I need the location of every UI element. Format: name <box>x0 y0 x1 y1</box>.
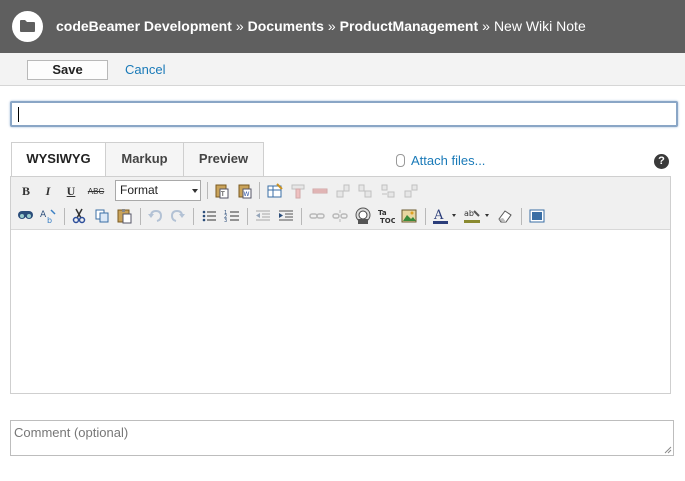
redo-icon[interactable] <box>169 207 187 225</box>
toolbar-separator <box>247 208 248 225</box>
toolbar-separator <box>207 182 208 199</box>
wysiwyg-editor: B I U ABC Format T W A b 1 2 3 Ta TOC A … <box>10 176 671 394</box>
paste-word-icon[interactable]: W <box>236 182 254 200</box>
action-bar: Save Cancel <box>0 53 685 86</box>
eraser-icon[interactable] <box>496 207 514 225</box>
folder-icon[interactable] <box>12 11 43 42</box>
paste-text-icon[interactable]: T <box>213 182 231 200</box>
svg-text:TOC: TOC <box>380 217 395 224</box>
numbered-list-icon[interactable]: 123 <box>223 207 241 225</box>
bold-button[interactable]: B <box>17 182 35 200</box>
replace-icon[interactable]: Ab <box>40 207 58 225</box>
svg-text:A: A <box>433 208 444 223</box>
toolbar-separator <box>425 208 426 225</box>
strikethrough-button[interactable]: ABC <box>85 182 107 200</box>
breadcrumb-project[interactable]: codeBeamer Development <box>56 18 232 34</box>
attach-files-link[interactable]: Attach files... <box>396 153 485 168</box>
table-icon[interactable] <box>266 182 284 200</box>
tab-preview[interactable]: Preview <box>183 142 264 177</box>
title-input[interactable] <box>10 101 678 127</box>
delete-row-icon[interactable] <box>311 182 329 200</box>
table-of-contents-icon[interactable]: Ta TOC <box>377 207 395 225</box>
format-select-value: Format <box>120 183 159 197</box>
toolbar-separator <box>521 208 522 225</box>
editor-toolbar: B I U ABC Format T W A b 1 2 3 Ta TOC A … <box>11 177 670 230</box>
chevron-down-icon <box>192 189 198 193</box>
toolbar-separator <box>259 182 260 199</box>
image-icon[interactable] <box>400 207 418 225</box>
svg-text:T: T <box>220 191 225 198</box>
highlight-color-icon[interactable]: ab <box>463 207 493 225</box>
comment-field[interactable]: Comment (optional) <box>10 420 674 456</box>
split-cell-icon[interactable] <box>379 182 397 200</box>
indent-icon[interactable] <box>277 207 295 225</box>
paperclip-icon <box>396 154 405 167</box>
copy-icon[interactable] <box>93 207 111 225</box>
svg-text:ab: ab <box>464 209 474 218</box>
merge-cell-icon[interactable] <box>402 182 420 200</box>
paste-icon[interactable] <box>116 207 134 225</box>
outdent-icon[interactable] <box>254 207 272 225</box>
toolbar-separator <box>64 208 65 225</box>
attach-files-label: Attach files... <box>411 153 486 168</box>
text-caret <box>18 107 19 122</box>
text-color-icon[interactable]: A <box>432 207 458 225</box>
comment-placeholder: Comment (optional) <box>14 425 129 440</box>
undo-icon[interactable] <box>146 207 164 225</box>
insert-column-icon[interactable] <box>334 182 352 200</box>
svg-text:A: A <box>40 210 47 220</box>
toolbar-separator <box>140 208 141 225</box>
breadcrumb-separator: » <box>482 18 490 34</box>
resize-grip-icon[interactable] <box>664 446 672 454</box>
breadcrumb-folder[interactable]: ProductManagement <box>340 18 478 34</box>
content-area[interactable] <box>11 230 670 393</box>
link-icon[interactable] <box>308 207 326 225</box>
bulleted-list-icon[interactable] <box>200 207 218 225</box>
breadcrumb-separator: » <box>235 18 244 34</box>
toolbar-separator <box>193 208 194 225</box>
italic-button[interactable]: I <box>39 182 57 200</box>
toolbar-separator <box>301 208 302 225</box>
breadcrumb-current: New Wiki Note <box>493 18 586 34</box>
svg-text:Ta: Ta <box>378 209 387 217</box>
breadcrumb: codeBeamer Development» Documents» Product… <box>56 18 586 34</box>
breadcrumb-documents[interactable]: Documents <box>248 18 324 34</box>
breadcrumb-separator: » <box>327 18 336 34</box>
source-view-icon[interactable] <box>528 207 546 225</box>
tab-markup[interactable]: Markup <box>105 142 184 177</box>
save-button[interactable]: Save <box>27 60 108 80</box>
insert-row-icon[interactable] <box>289 182 307 200</box>
format-select[interactable]: Format <box>115 180 201 201</box>
wiki-link-icon[interactable] <box>354 207 372 225</box>
help-icon[interactable]: ? <box>654 154 669 169</box>
svg-text:W: W <box>244 191 250 198</box>
find-icon[interactable] <box>17 207 35 225</box>
svg-text:3: 3 <box>224 218 227 224</box>
cancel-link[interactable]: Cancel <box>125 62 165 77</box>
unlink-icon[interactable] <box>331 207 349 225</box>
underline-button[interactable]: U <box>62 182 80 200</box>
svg-text:b: b <box>47 216 52 224</box>
top-header: codeBeamer Development» Documents» Product… <box>0 0 685 53</box>
tab-wysiwyg[interactable]: WYSIWYG <box>11 142 106 177</box>
cut-icon[interactable] <box>70 207 88 225</box>
delete-column-icon[interactable] <box>356 182 374 200</box>
